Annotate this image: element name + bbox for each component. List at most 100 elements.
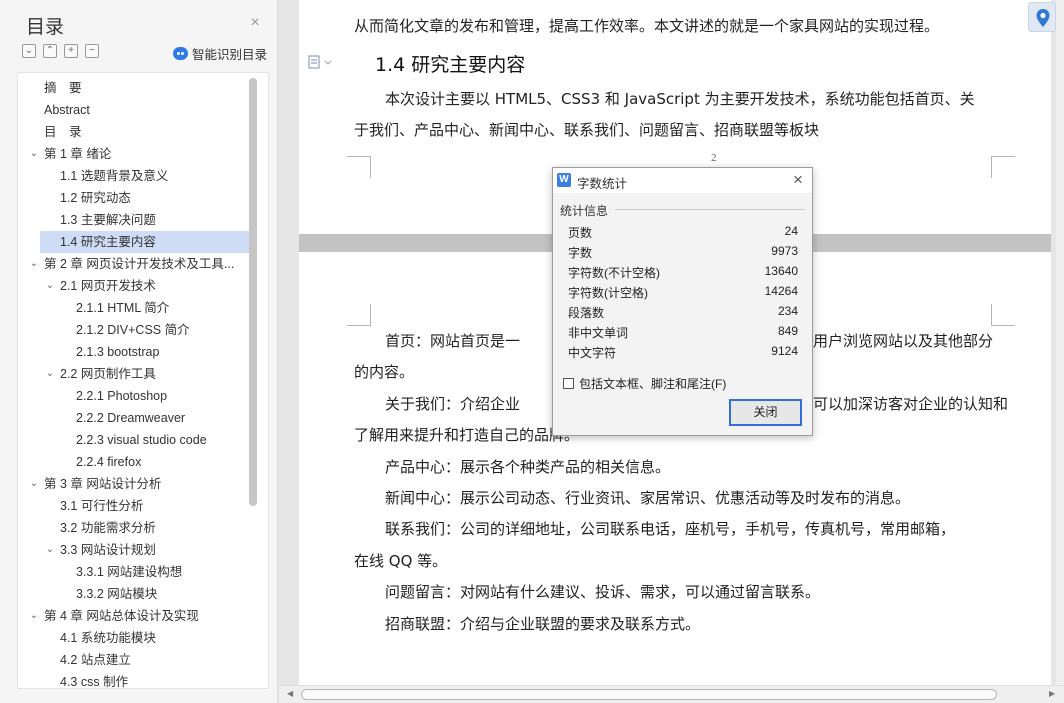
toc-item[interactable]: ⌄ 3.3 网站设计规划 bbox=[18, 539, 250, 561]
horizontal-scrollbar[interactable]: ◀ ▶ bbox=[279, 685, 1064, 703]
dialog-titlebar[interactable]: W 字数统计 × bbox=[553, 168, 812, 193]
toc-item[interactable]: 1.2 研究动态 bbox=[18, 187, 250, 209]
stat-row: 字符数(不计空格) 13640 bbox=[568, 261, 798, 281]
toc-item[interactable]: 4.3 css 制作 bbox=[18, 671, 250, 688]
stat-label: 字符数(计空格) bbox=[568, 286, 648, 300]
toc-item[interactable]: 3.3.1 网站建设构想 bbox=[18, 561, 250, 583]
toc-item-label: 第 4 章 网站总体设计及实现 bbox=[44, 609, 199, 623]
stat-row: 段落数 234 bbox=[568, 301, 798, 321]
add-heading-icon[interactable]: + bbox=[64, 44, 78, 58]
toc-item[interactable]: 3.1 可行性分析 bbox=[18, 495, 250, 517]
body-text-line: 从而简化文章的发布和管理，提高工作效率。本文讲述的就是一个家具网站的实现过程。 bbox=[354, 17, 940, 35]
toc-close-icon[interactable]: × bbox=[247, 15, 263, 31]
toc-panel: 目录 × ⌄ ⌃ + − 智能识别目录 摘 要 Abstract 目 录 ⌄ 第 1 章… bbox=[0, 0, 278, 703]
toc-item[interactable]: ⌄ 第 4 章 网站总体设计及实现 bbox=[18, 605, 250, 627]
body-text-line: 在线 QQ 等。 bbox=[354, 551, 448, 570]
toc-scrollbar[interactable] bbox=[249, 78, 257, 506]
toc-item[interactable]: 摘 要 bbox=[18, 77, 250, 99]
stat-value: 234 bbox=[777, 304, 798, 318]
vertical-scrollbar[interactable] bbox=[1056, 0, 1064, 685]
toc-item[interactable]: 2.2.3 visual studio code bbox=[18, 429, 250, 451]
toc-item-label: 1.3 主要解决问题 bbox=[60, 213, 156, 227]
toc-item[interactable]: 1.3 主要解决问题 bbox=[18, 209, 250, 231]
toc-item[interactable]: 1.1 选题背景及意义 bbox=[18, 165, 250, 187]
toc-item-label: 3.1 可行性分析 bbox=[60, 499, 144, 513]
toc-item-label: 摘 要 bbox=[44, 81, 82, 95]
toc-list: 摘 要 Abstract 目 录 ⌄ 第 1 章 绪论 1.1 选题背景及意义 1.2 研究… bbox=[17, 72, 269, 689]
chevron-down-icon[interactable]: ⌄ bbox=[28, 605, 40, 627]
chevron-down-icon[interactable]: ⌄ bbox=[28, 253, 40, 275]
page-corner-mark bbox=[991, 156, 1015, 178]
include-textbox-option[interactable]: 包括文本框、脚注和尾注(F) bbox=[563, 375, 726, 392]
chevron-down-icon[interactable]: ⌄ bbox=[44, 275, 56, 297]
smart-detect-label: 智能识别目录 bbox=[192, 48, 268, 62]
toc-item[interactable]: 3.3.2 网站模块 bbox=[18, 583, 250, 605]
stat-value: 9973 bbox=[771, 244, 798, 258]
dialog-close-icon[interactable]: × bbox=[789, 170, 807, 190]
toc-item-label: 第 2 章 网页设计开发技术及工具... bbox=[44, 257, 235, 271]
toc-item-label: 4.1 系统功能模块 bbox=[60, 631, 156, 645]
chevron-down-icon[interactable]: ⌄ bbox=[28, 473, 40, 495]
chevron-down-icon[interactable]: ⌄ bbox=[28, 143, 40, 165]
toc-item-label: 第 3 章 网站设计分析 bbox=[44, 477, 162, 491]
toc-item[interactable]: 3.2 功能需求分析 bbox=[18, 517, 250, 539]
stat-row: 页数 24 bbox=[568, 221, 798, 241]
location-marker-icon[interactable] bbox=[1028, 2, 1056, 32]
chevron-down-icon[interactable]: ⌄ bbox=[44, 539, 56, 561]
stat-label: 非中文单词 bbox=[568, 326, 629, 340]
stat-label: 页数 bbox=[568, 226, 593, 240]
toc-item[interactable]: 2.2.4 firefox bbox=[18, 451, 250, 473]
smart-detect-toc-button[interactable]: 智能识别目录 bbox=[173, 44, 267, 63]
toc-item-label: 2.1 网页开发技术 bbox=[60, 279, 156, 293]
horizontal-scroll-thumb[interactable] bbox=[301, 689, 997, 700]
body-text-line: 产品中心：展示各个种类产品的相关信息。 bbox=[385, 457, 671, 476]
body-text-line: 招商联盟：介绍与企业联盟的要求及联系方式。 bbox=[385, 614, 701, 633]
toc-item-label: 3.3.1 网站建设构想 bbox=[76, 565, 183, 579]
collapse-all-icon[interactable]: ⌃ bbox=[43, 44, 57, 58]
chevron-down-icon[interactable]: ⌄ bbox=[44, 363, 56, 385]
remove-heading-icon[interactable]: − bbox=[85, 44, 99, 58]
toc-item-label: 3.3.2 网站模块 bbox=[76, 587, 158, 601]
toc-item[interactable]: ⌄ 第 3 章 网站设计分析 bbox=[18, 473, 250, 495]
toc-item[interactable]: Abstract bbox=[18, 99, 250, 121]
stat-value: 14264 bbox=[764, 284, 798, 298]
toc-item[interactable]: 目 录 bbox=[18, 121, 250, 143]
page-number: 2 bbox=[711, 152, 717, 164]
toc-item[interactable]: 1.4 研究主要内容 bbox=[40, 231, 250, 253]
scroll-left-icon[interactable]: ◀ bbox=[287, 689, 293, 698]
toc-item[interactable]: ⌄ 2.2 网页制作工具 bbox=[18, 363, 250, 385]
body-text-line: 于我们、产品中心、新闻中心、联系我们、问题留言、招商联盟等板块 bbox=[354, 121, 820, 139]
body-text-line: 本次设计主要以 HTML5、CSS3 和 JavaScript 为主要开发技术，… bbox=[385, 90, 975, 108]
stat-row: 非中文单词 849 bbox=[568, 321, 798, 341]
paragraph-layout-icon[interactable] bbox=[308, 55, 334, 69]
body-text-line: 联系我们：公司的详细地址，公司联系电话，座机号，手机号，传真机号，常用邮箱， bbox=[385, 520, 956, 539]
toc-item-label: 1.4 研究主要内容 bbox=[60, 235, 156, 249]
toc-item-label: 1.1 选题背景及意义 bbox=[60, 169, 169, 183]
toc-item[interactable]: 2.2.1 Photoshop bbox=[18, 385, 250, 407]
stat-value: 24 bbox=[784, 224, 798, 238]
toc-item[interactable]: ⌄ 第 1 章 绪论 bbox=[18, 143, 250, 165]
stat-row: 中文字符 9124 bbox=[568, 341, 798, 361]
group-divider bbox=[615, 209, 805, 210]
toc-item[interactable]: 2.1.1 HTML 简介 bbox=[18, 297, 250, 319]
toc-item-label: 3.3 网站设计规划 bbox=[60, 543, 156, 557]
toc-item[interactable]: 4.1 系统功能模块 bbox=[18, 627, 250, 649]
close-button[interactable]: 关闭 bbox=[729, 399, 802, 426]
stat-row: 字数 9973 bbox=[568, 241, 798, 261]
expand-all-icon[interactable]: ⌄ bbox=[22, 44, 36, 58]
body-text-line: 新闻中心：展示公司动态、行业资讯、家居常识、优惠活动等及时发布的消息。 bbox=[385, 489, 911, 507]
scroll-right-icon[interactable]: ▶ bbox=[1049, 689, 1055, 698]
word-count-dialog: W 字数统计 × 统计信息 页数 24 字数 9973 字符数(不计空格) 13640 字符… bbox=[552, 167, 813, 436]
toc-item[interactable]: ⌄ 第 2 章 网页设计开发技术及工具... bbox=[18, 253, 250, 275]
include-textbox-label: 包括文本框、脚注和尾注(F) bbox=[579, 377, 727, 391]
toc-item-label: 4.2 站点建立 bbox=[60, 653, 131, 667]
stats-group-label: 统计信息 bbox=[560, 204, 609, 218]
page-corner-mark bbox=[991, 304, 1015, 326]
toc-item[interactable]: 4.2 站点建立 bbox=[18, 649, 250, 671]
body-text-line: 问题留言：对网站有什么建议、投诉、需求，可以通过留言联系。 bbox=[385, 583, 821, 602]
toc-item[interactable]: 2.2.2 Dreamweaver bbox=[18, 407, 250, 429]
toc-item[interactable]: 2.1.3 bootstrap bbox=[18, 341, 250, 363]
include-textbox-checkbox[interactable] bbox=[563, 378, 574, 389]
toc-item[interactable]: 2.1.2 DIV+CSS 简介 bbox=[18, 319, 250, 341]
toc-item[interactable]: ⌄ 2.1 网页开发技术 bbox=[18, 275, 250, 297]
